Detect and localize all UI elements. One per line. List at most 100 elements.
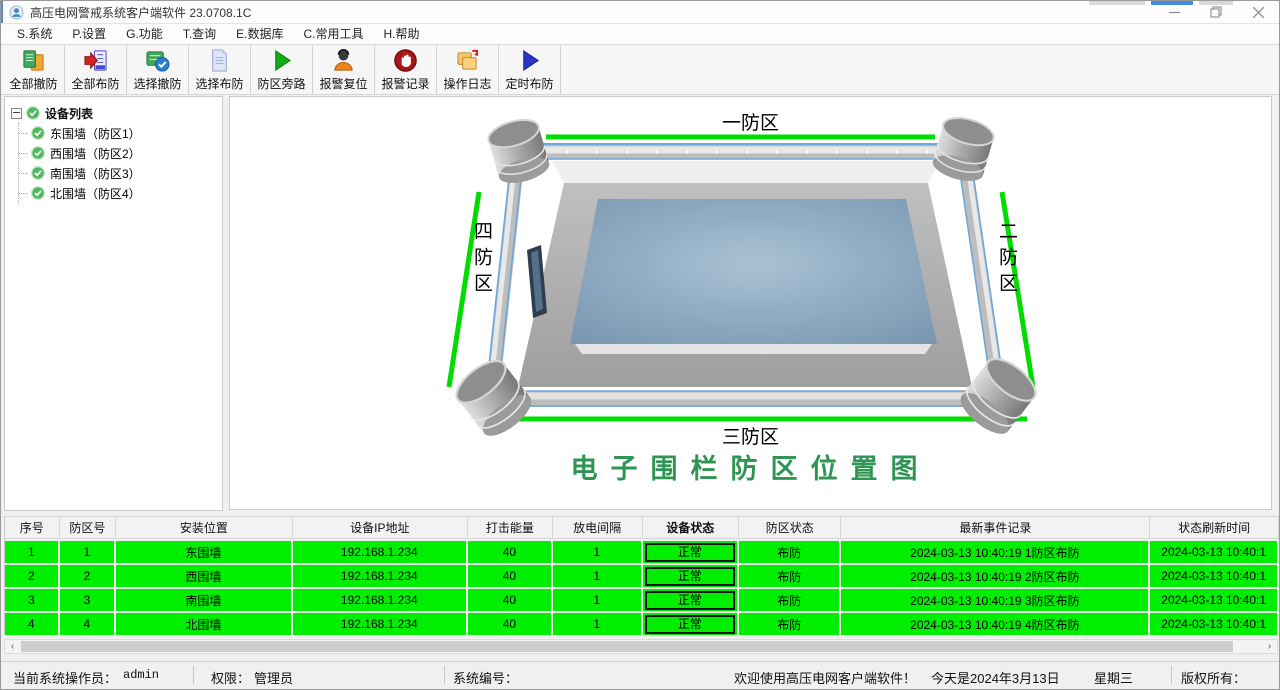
window-accent-edge <box>1 1 3 23</box>
arm-select-icon <box>207 48 232 73</box>
tree-item-zone4[interactable]: 北围墙（防区4） <box>19 183 220 203</box>
check-circle-icon <box>31 146 45 160</box>
app-window: 高压电网警戒系统客户端软件 23.0708.1C S.系统 P.设置 G.功能 … <box>0 0 1280 690</box>
table-header-row: 序号 防区号 安装位置 设备IP地址 打击能量 放电间隔 设备状态 防区状态 最… <box>5 516 1279 539</box>
tree-collapse-icon[interactable] <box>11 108 22 119</box>
tree-root-device-list[interactable]: 设备列表 <box>11 103 220 123</box>
tree-root-label: 设备列表 <box>45 105 93 122</box>
device-status-badge: 正常 <box>645 591 735 610</box>
cell-ip: 192.168.1.234 <box>293 589 466 611</box>
device-status-badge: 正常 <box>645 615 735 634</box>
cell-device-status: 正常 <box>643 613 738 635</box>
permission-label: 权限： <box>211 668 250 687</box>
title-bar: 高压电网警戒系统客户端软件 23.0708.1C <box>1 1 1279 24</box>
alarm-reset-button[interactable]: 报警复位 <box>313 45 375 94</box>
cell-zone-no: 2 <box>60 565 115 587</box>
cell-ip: 192.168.1.234 <box>293 613 466 635</box>
col-header-ip[interactable]: 设备IP地址 <box>293 517 468 538</box>
table-row[interactable]: 3 3 南围墙 192.168.1.234 40 1 正常 布防 2024-03… <box>5 589 1279 611</box>
col-header-zone-no[interactable]: 防区号 <box>60 517 117 538</box>
cell-index: 1 <box>5 541 58 563</box>
wall-device <box>527 245 547 318</box>
zone-label-3: 三防区 <box>230 422 1271 449</box>
zone-bypass-button[interactable]: 防区旁路 <box>251 45 313 94</box>
device-status-badge: 正常 <box>645 567 735 586</box>
statusbar-separator <box>193 666 194 684</box>
table-row[interactable]: 2 2 西围墙 192.168.1.234 40 1 正常 布防 2024-03… <box>5 565 1279 587</box>
cell-interval: 1 <box>553 589 641 611</box>
horizontal-scrollbar[interactable]: ‹ › <box>4 639 1278 654</box>
close-button[interactable] <box>1237 1 1279 23</box>
cell-zone-status: 布防 <box>739 613 839 635</box>
col-header-interval[interactable]: 放电间隔 <box>553 517 643 538</box>
menu-bar: S.系统 P.设置 G.功能 T.查询 E.数据库 C.常用工具 H.帮助 <box>1 24 1279 45</box>
tree-item-zone1[interactable]: 东围墙（防区1） <box>19 123 220 143</box>
menu-help[interactable]: H.帮助 <box>374 24 430 44</box>
tree-connector <box>19 193 28 194</box>
menu-tools[interactable]: C.常用工具 <box>294 24 374 44</box>
cell-energy: 40 <box>468 541 551 563</box>
cell-interval: 1 <box>553 613 641 635</box>
zone-status-table: 序号 防区号 安装位置 设备IP地址 打击能量 放电间隔 设备状态 防区状态 最… <box>4 516 1279 635</box>
zone-label-4: 四防区 <box>468 221 495 299</box>
arm-select-button[interactable]: 选择布防 <box>189 45 251 94</box>
tree-item-zone2[interactable]: 西围墙（防区2） <box>19 143 220 163</box>
tree-item-label: 北围墙（防区4） <box>50 185 141 202</box>
tool-label: 防区旁路 <box>257 75 305 92</box>
operation-log-button[interactable]: 操作日志 <box>437 45 499 94</box>
tool-label: 报警记录 <box>381 75 429 92</box>
menu-query[interactable]: T.查询 <box>173 24 226 44</box>
system-no-label: 系统编号： <box>453 668 518 687</box>
col-header-location[interactable]: 安装位置 <box>116 517 292 538</box>
timed-arm-icon <box>517 48 542 73</box>
tree-item-zone3[interactable]: 南围墙（防区3） <box>19 163 220 183</box>
alarm-record-button[interactable]: 报警记录 <box>375 45 437 94</box>
col-header-zone-status[interactable]: 防区状态 <box>739 517 841 538</box>
alarm-record-icon <box>393 48 418 73</box>
disarm-select-button[interactable]: 选择撤防 <box>127 45 189 94</box>
cell-zone-no: 1 <box>60 541 115 563</box>
menu-settings[interactable]: P.设置 <box>62 24 116 44</box>
table-row[interactable]: 1 1 东围墙 192.168.1.234 40 1 正常 布防 2024-03… <box>5 541 1279 563</box>
col-header-index[interactable]: 序号 <box>5 517 60 538</box>
cell-index: 4 <box>5 613 58 635</box>
fence-diagram-panel: 一防区 二防区 三防区 四防区 电子围栏防区位置图 <box>229 96 1272 510</box>
disarm-all-button[interactable]: 全部撤防 <box>3 45 65 94</box>
cell-refresh-time: 2024-03-13 10:40:1 <box>1150 589 1277 611</box>
menu-system[interactable]: S.系统 <box>7 24 62 44</box>
date-text: 今天是2024年3月13日 <box>931 668 1060 687</box>
cell-location: 西围墙 <box>116 565 290 587</box>
copyright-label: 版权所有： <box>1181 668 1246 687</box>
tree-item-label: 西围墙（防区2） <box>50 145 141 162</box>
cell-zone-status: 布防 <box>739 565 839 587</box>
scroll-left-arrow[interactable]: ‹ <box>5 640 20 653</box>
scroll-right-arrow[interactable]: › <box>1262 640 1277 653</box>
cell-zone-no: 4 <box>60 613 115 635</box>
tool-label: 全部布防 <box>71 75 119 92</box>
menu-database[interactable]: E.数据库 <box>226 24 293 44</box>
cell-refresh-time: 2024-03-13 10:40:1 <box>1150 541 1277 563</box>
arm-all-button[interactable]: 全部布防 <box>65 45 127 94</box>
operation-log-icon <box>455 48 480 73</box>
disarm-all-icon <box>21 48 46 73</box>
timed-arm-button[interactable]: 定时布防 <box>499 45 561 94</box>
col-header-device-status[interactable]: 设备状态 <box>643 517 740 538</box>
col-header-energy[interactable]: 打击能量 <box>468 517 553 538</box>
table-row[interactable]: 4 4 北围墙 192.168.1.234 40 1 正常 布防 2024-03… <box>5 613 1279 635</box>
cell-location: 南围墙 <box>116 589 290 611</box>
cell-latest-event: 2024-03-13 10:40:19 2防区布防 <box>841 565 1148 587</box>
col-header-latest-event[interactable]: 最新事件记录 <box>841 517 1150 538</box>
menu-functions[interactable]: G.功能 <box>116 24 173 44</box>
cell-latest-event: 2024-03-13 10:40:19 3防区布防 <box>841 589 1148 611</box>
col-header-refresh-time[interactable]: 状态刷新时间 <box>1150 517 1279 538</box>
cell-interval: 1 <box>553 565 641 587</box>
check-circle-icon <box>31 186 45 200</box>
window-title: 高压电网警戒系统客户端软件 23.0708.1C <box>30 4 251 21</box>
zone-bypass-icon <box>269 48 294 73</box>
zone-label-2: 二防区 <box>993 221 1020 299</box>
alarm-reset-icon <box>331 48 356 73</box>
cell-zone-no: 3 <box>60 589 115 611</box>
tree-connector <box>19 173 28 174</box>
check-circle-icon <box>31 126 45 140</box>
scrollbar-thumb[interactable] <box>21 641 1233 652</box>
